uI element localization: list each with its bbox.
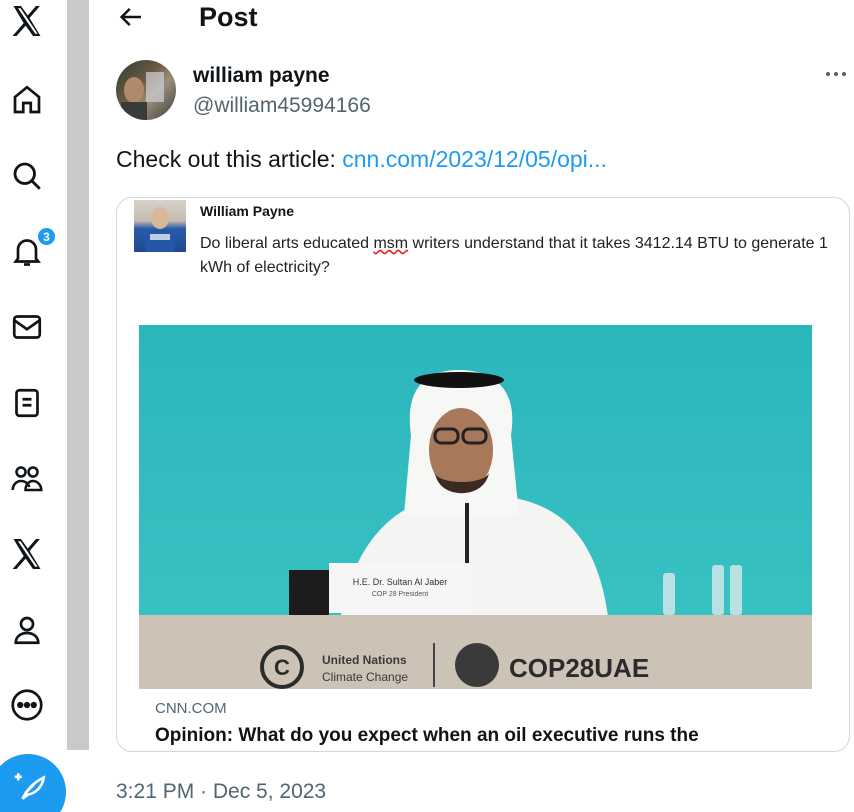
nameplate-line2: COP 28 President [372,591,428,598]
author-name[interactable]: william payne [193,64,330,88]
profile-icon[interactable] [8,611,46,649]
post-text-prefix: Check out this article: [116,146,343,172]
card-domain: CNN.COM [155,700,227,717]
notification-count-badge: 3 [36,226,57,247]
article-link[interactable]: cnn.com/2023/12/05/opi... [342,146,607,172]
spellcheck-word: msm [373,235,409,252]
cop-text: COP28UAE [509,653,649,683]
lists-icon[interactable] [8,384,46,422]
bell-icon[interactable]: 3 [8,226,57,270]
compose-post-button[interactable] [0,754,66,812]
communities-icon[interactable] [8,459,46,497]
post-text: Check out this article: cnn.com/2023/12/… [116,146,607,173]
more-options-button[interactable] [822,62,850,86]
mail-icon[interactable] [8,308,46,346]
nameplate-line1: H.E. Dr. Sultan Al Jaber [353,577,448,587]
feather-plus-icon [14,773,46,800]
avatar[interactable] [116,60,176,120]
home-icon[interactable] [8,81,46,119]
post-timestamp[interactable]: 3:21 PM · Dec 5, 2023 [116,780,326,804]
link-preview-card[interactable]: William Payne Do liberal arts educated m… [116,197,850,752]
author-handle[interactable]: @william45994166 [193,94,371,118]
arrow-left-icon[interactable] [116,2,146,32]
more-circle-icon[interactable] [8,686,46,724]
left-nav: 3 [0,0,66,812]
article-photo: H.E. Dr. Sultan Al Jaber COP 28 Presiden… [139,325,812,689]
card-title[interactable]: Opinion: What do you expect when an oil … [155,725,699,747]
un-line1: United Nations [322,653,407,667]
x-logo-icon[interactable] [8,2,46,40]
screenshot-text-part: Do liberal arts educated [200,235,374,252]
page-title: Post [199,2,258,32]
screenshot-text: Do liberal arts educated msm writers und… [200,232,849,280]
scrollbar[interactable] [67,0,89,750]
search-icon[interactable] [8,157,46,195]
screenshot-author-name: William Payne [200,203,295,219]
un-logo: C [274,655,290,680]
premium-x-icon[interactable] [8,535,46,573]
screenshot-avatar [134,200,186,252]
un-line2: Climate Change [322,670,408,684]
